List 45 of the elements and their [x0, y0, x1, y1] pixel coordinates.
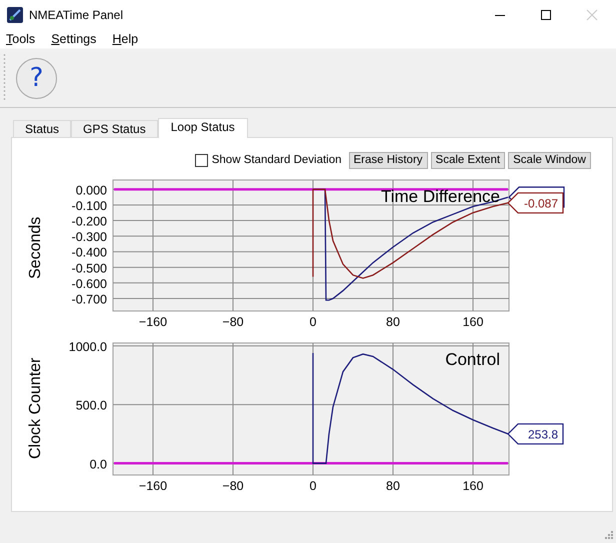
menu-item[interactable]: Help [112, 32, 138, 46]
tick-label: 80 [386, 479, 400, 490]
tab[interactable]: Loop Status [158, 118, 248, 138]
menu-item[interactable]: Tools [6, 32, 36, 46]
button[interactable]: Scale Window [508, 152, 591, 168]
tick-label: -0.400 [72, 246, 107, 260]
chart-title: Control [445, 350, 500, 369]
axis-title: Clock Counter [26, 356, 45, 461]
tick-label: 0 [310, 479, 316, 490]
tick-label: -0.700 [72, 292, 107, 307]
app-icon [7, 7, 23, 23]
chart-title: Time Difference [380, 187, 500, 206]
checkbox[interactable] [194, 154, 208, 166]
tick-label: -0.200 [72, 214, 107, 229]
tick-label: −80 [222, 479, 244, 490]
tick-label: -0.500 [72, 261, 107, 276]
tab[interactable]: Status [13, 120, 72, 137]
button[interactable]: Scale Extent [430, 152, 506, 168]
tick-label: −160 [138, 479, 168, 490]
window-title: NMEATime Panel [29, 8, 124, 22]
tick-label: 80 [386, 315, 400, 329]
tick-label: -0.300 [72, 230, 107, 244]
tick-label: -0.100 [72, 198, 107, 213]
value-flag: 253.8 [507, 423, 564, 445]
tick-label: −80 [222, 315, 244, 329]
menu-item[interactable]: Settings [51, 32, 96, 46]
maximize-icon[interactable] [540, 9, 552, 21]
tick-label: 160 [462, 479, 484, 490]
tick-label: 1000.0 [68, 340, 107, 354]
annotation: -0.087 [524, 196, 558, 210]
tab[interactable]: GPS Status [71, 120, 158, 137]
tick-label: 0.000 [76, 183, 107, 198]
button[interactable]: Erase History [348, 152, 428, 168]
axis-title: Seconds [26, 216, 45, 282]
tick-label: -0.600 [72, 276, 107, 291]
tick-label: 160 [462, 315, 484, 329]
tick-label: 0.0 [90, 457, 107, 472]
value-flag: -0.087 [507, 192, 564, 214]
help-button[interactable]: ? [16, 58, 57, 98]
annotation: 253.8 [528, 427, 558, 442]
tick-label: −160 [138, 315, 168, 329]
tick-label: 0 [310, 315, 316, 329]
resize-grip-icon[interactable] [605, 531, 613, 539]
checkbox-label[interactable]: Show Standard Deviation [212, 154, 342, 166]
tick-label: 500.0 [76, 398, 107, 413]
